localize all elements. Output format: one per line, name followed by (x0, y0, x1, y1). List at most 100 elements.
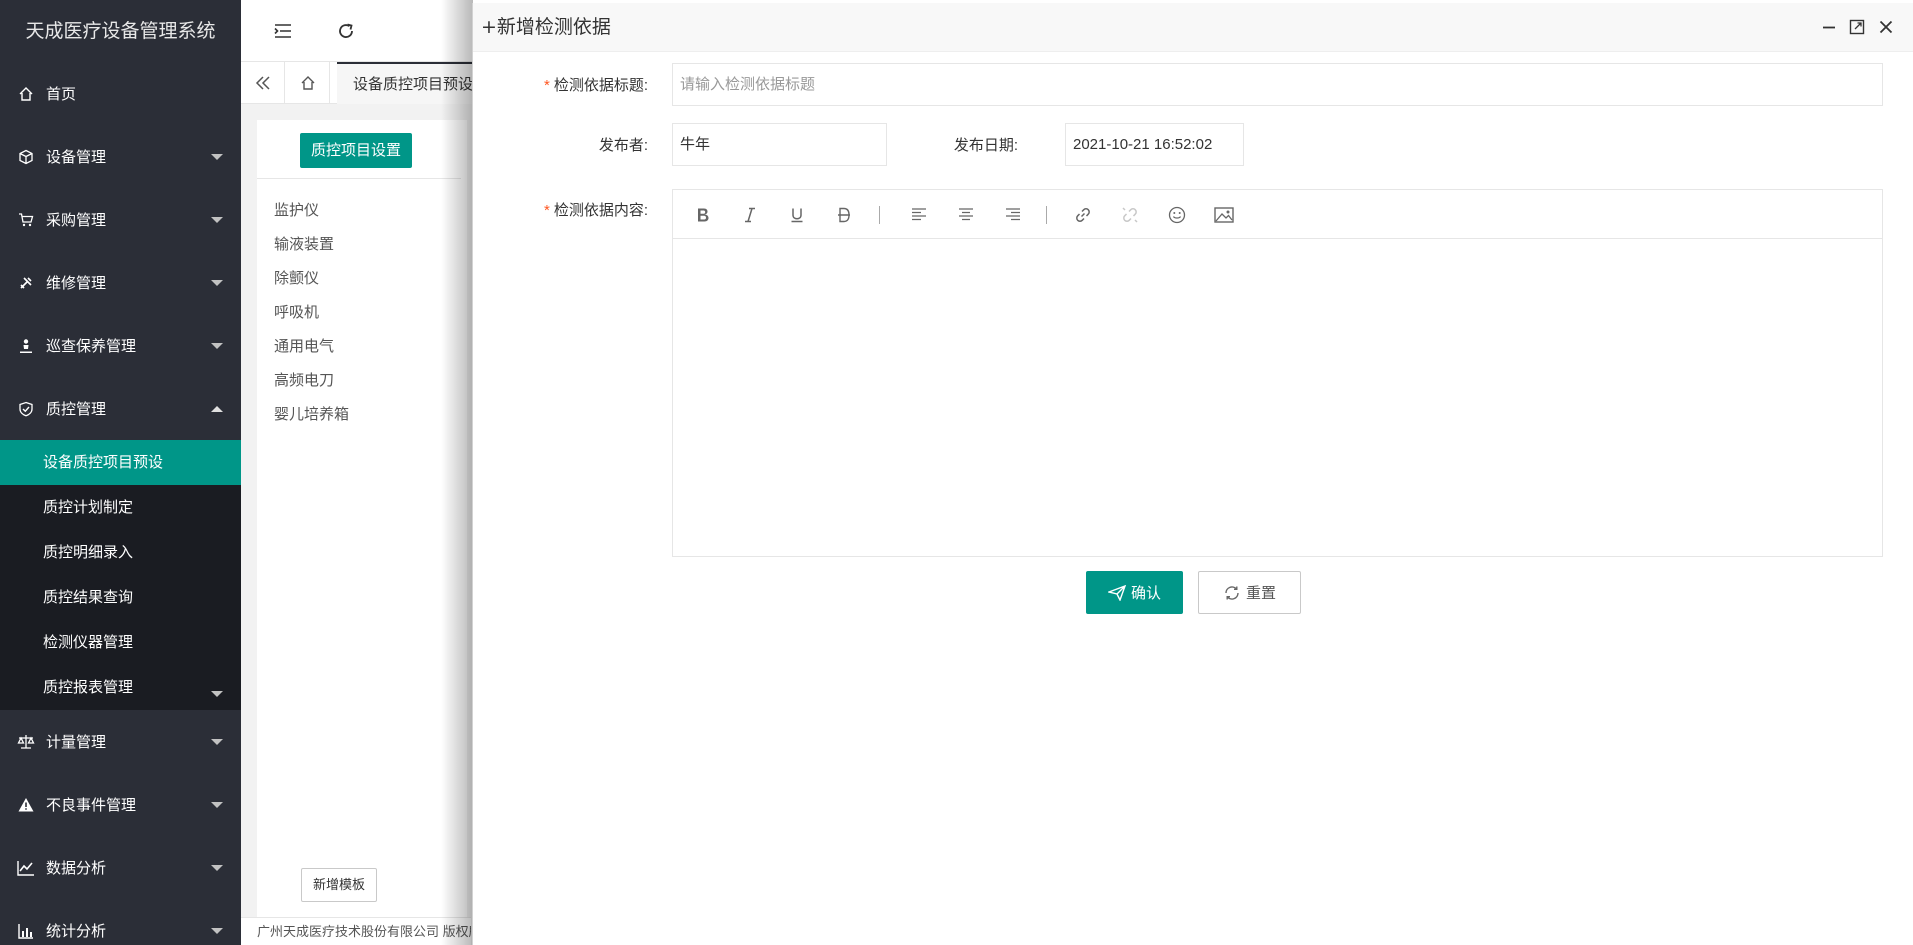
add-template-button[interactable]: 新增模板 (301, 868, 378, 902)
toolbar-separator (879, 206, 880, 224)
home-icon (16, 84, 36, 104)
refresh-icon (1225, 585, 1239, 600)
shield-check-icon (16, 399, 36, 419)
editor-toolbar (673, 190, 1882, 239)
sidebar-item-device[interactable]: 设备管理 (0, 125, 241, 188)
chevron-down-icon (211, 342, 223, 349)
sidebar-item-inspection[interactable]: 巡查保养管理 (0, 314, 241, 377)
align-right-icon[interactable] (1000, 202, 1026, 228)
sidebar-item-label: 设备管理 (46, 149, 107, 166)
sidebar-item-home[interactable]: 首页 (0, 62, 241, 125)
confirm-button[interactable]: 确认 (1086, 571, 1183, 614)
bold-icon[interactable] (690, 202, 716, 228)
sidebar-item-label: 采购管理 (46, 212, 107, 229)
divider (257, 178, 461, 179)
list-item[interactable]: 通用电气 (274, 330, 349, 364)
title-label: * 检测依据标题: (543, 77, 648, 94)
list-item[interactable]: 婴儿培养箱 (274, 398, 349, 432)
chevron-up-icon (211, 405, 223, 412)
tabs-scroll-left-icon[interactable] (241, 62, 285, 104)
person-icon (16, 336, 36, 356)
qc-submenu: 设备质控项目预设 质控计划制定 质控明细录入 质控结果查询 检测仪器管理 质控报… (0, 440, 241, 710)
list-item[interactable]: 输液装置 (274, 228, 349, 262)
sidebar-item-label: 统计分析 (46, 923, 107, 940)
modal-title: +新增检测依据 (481, 16, 611, 38)
chevron-down-icon (211, 279, 223, 286)
link-icon[interactable] (1070, 202, 1096, 228)
menu-toggle-icon[interactable] (271, 19, 295, 43)
add-basis-modal: +新增检测依据 * 检测依据标题: 请输入检测依据标题 发布者: 牛年 发布日期:… (472, 3, 1913, 945)
warning-icon (16, 795, 36, 815)
qc-project-settings-button[interactable]: 质控项目设置 (300, 133, 413, 168)
chevron-down-icon (211, 864, 223, 871)
chevron-down-icon (211, 691, 223, 697)
submenu-item-qc-report[interactable]: 质控报表管理 (0, 665, 241, 710)
unlink-icon[interactable] (1117, 202, 1143, 228)
publisher-input[interactable]: 牛年 (672, 123, 887, 166)
sidebar-item-label: 计量管理 (46, 734, 107, 751)
sidebar-item-label: 不良事件管理 (46, 797, 137, 814)
image-icon[interactable] (1211, 202, 1237, 228)
list-item[interactable]: 高频电刀 (274, 364, 349, 398)
submenu-item-qc-detail[interactable]: 质控明细录入 (0, 530, 241, 575)
sidebar-item-label: 首页 (46, 86, 77, 103)
editor-content-area[interactable] (673, 239, 1882, 556)
sidebar: 天成医疗设备管理系统 首页 设备管理 采购管理 维修管理 巡查保养管理 质控管理… (0, 0, 241, 945)
app-title: 天成医疗设备管理系统 (25, 20, 216, 42)
sidebar-item-metrology[interactable]: 计量管理 (0, 710, 241, 773)
minimize-icon[interactable] (1819, 17, 1839, 37)
chevron-down-icon (211, 216, 223, 223)
list-item[interactable]: 呼吸机 (274, 296, 349, 330)
chevron-down-icon (211, 801, 223, 808)
basis-title-input[interactable]: 请输入检测依据标题 (672, 63, 1883, 106)
submenu-item-label: 质控报表管理 (43, 679, 134, 696)
sidebar-item-repair[interactable]: 维修管理 (0, 251, 241, 314)
required-mark: * (543, 202, 550, 219)
submenu-item-qc-plan[interactable]: 质控计划制定 (0, 485, 241, 530)
chevron-down-icon (211, 738, 223, 745)
sidebar-item-purchase[interactable]: 采购管理 (0, 188, 241, 251)
align-center-icon[interactable] (953, 202, 979, 228)
toolbar-separator (1046, 206, 1047, 224)
chevron-down-icon (211, 927, 223, 934)
tools-icon (16, 273, 36, 293)
modal-shadow (441, 0, 473, 945)
bar-chart-icon (16, 921, 36, 941)
italic-icon[interactable] (737, 202, 763, 228)
sidebar-item-data-analysis[interactable]: 数据分析 (0, 836, 241, 899)
refresh-icon[interactable] (334, 19, 358, 43)
sidebar-item-label: 数据分析 (46, 860, 107, 877)
underline-icon[interactable] (784, 202, 810, 228)
confirm-label: 确认 (1130, 585, 1161, 602)
strikethrough-icon[interactable] (831, 202, 857, 228)
publisher-label: 发布者: (598, 137, 648, 154)
rich-text-editor (672, 189, 1883, 557)
emoji-icon[interactable] (1164, 202, 1190, 228)
sidebar-item-qc[interactable]: 质控管理 (0, 377, 241, 440)
maximize-icon[interactable] (1847, 17, 1867, 37)
align-left-icon[interactable] (906, 202, 932, 228)
category-list: 监护仪 输液装置 除颤仪 呼吸机 通用电气 高频电刀 婴儿培养箱 (274, 194, 349, 432)
submenu-item-qc-preset[interactable]: 设备质控项目预设 (0, 440, 241, 485)
content-label: * 检测依据内容: (543, 202, 648, 219)
sidebar-item-adverse-event[interactable]: 不良事件管理 (0, 773, 241, 836)
close-icon[interactable] (1876, 17, 1896, 37)
tab-home-icon[interactable] (286, 62, 330, 104)
footer-copyright: 广州天成医疗技术股份有限公司 版权所有 (241, 917, 471, 945)
send-icon (1107, 584, 1126, 601)
sidebar-item-label: 巡查保养管理 (46, 338, 137, 355)
scale-icon (16, 732, 36, 752)
submenu-item-qc-result[interactable]: 质控结果查询 (0, 575, 241, 620)
sidebar-item-label: 维修管理 (46, 275, 107, 292)
list-item[interactable]: 监护仪 (274, 194, 349, 228)
list-item[interactable]: 除颤仪 (274, 262, 349, 296)
required-mark: * (543, 77, 550, 94)
page-content: 质控项目设置 监护仪 输液装置 除颤仪 呼吸机 通用电气 高频电刀 婴儿培养箱 … (257, 120, 467, 920)
cube-icon (16, 147, 36, 167)
reset-button[interactable]: 重置 (1198, 571, 1301, 614)
submenu-item-instrument[interactable]: 检测仪器管理 (0, 620, 241, 665)
sidebar-item-statistics[interactable]: 统计分析 (0, 899, 241, 945)
chevron-down-icon (211, 153, 223, 160)
publish-date-input[interactable]: 2021-10-21 16:52:02 (1065, 123, 1244, 166)
publish-date-label: 发布日期: (953, 137, 1018, 154)
